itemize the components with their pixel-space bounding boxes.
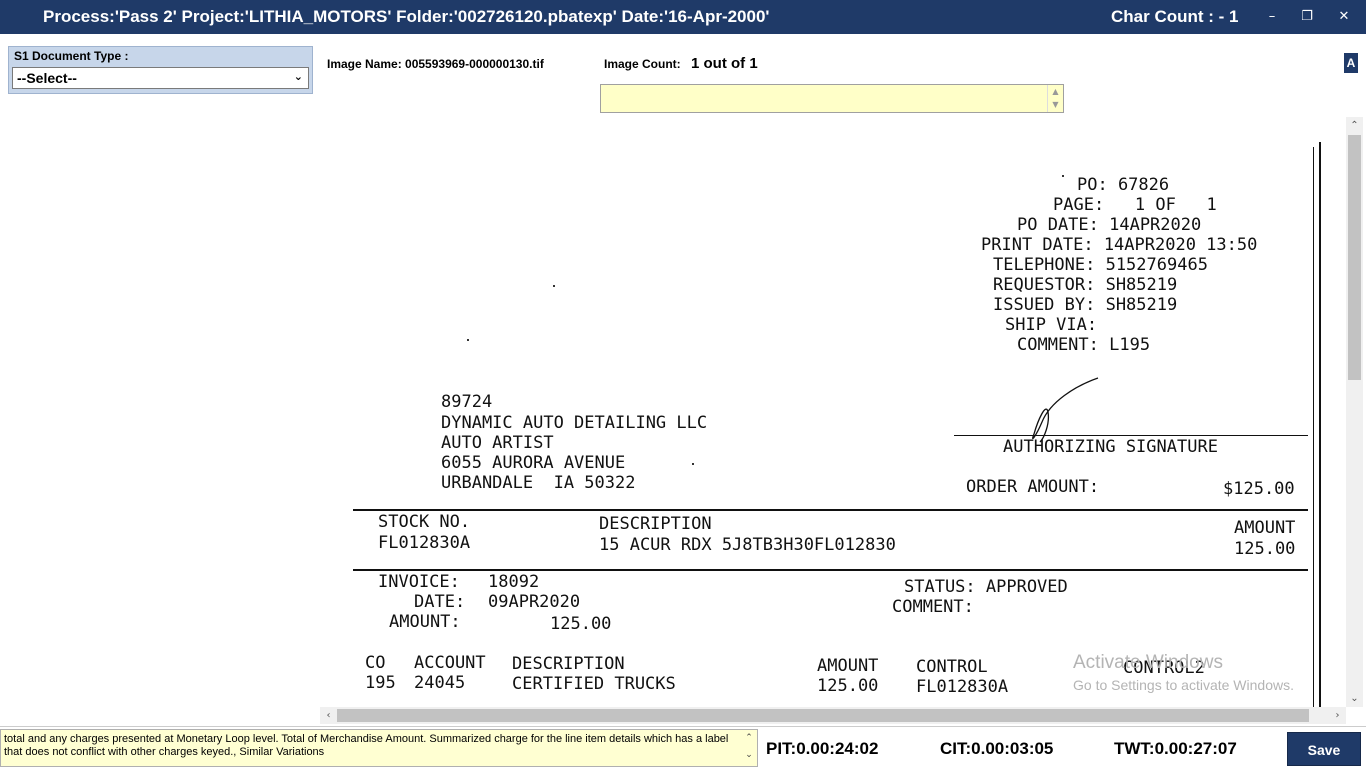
comment-line: COMMENT: L195 — [1017, 335, 1151, 355]
char-count: Char Count : - 1 — [1111, 7, 1239, 26]
image-count-value: 1 out of 1 — [691, 55, 758, 72]
document-type-value: --Select-- — [17, 70, 77, 86]
section-rule — [353, 509, 1308, 511]
scan-speck — [1062, 175, 1064, 177]
po-line: PO: 67826 — [1077, 175, 1170, 195]
acct-amount-value: 125.00 — [817, 676, 879, 696]
page-line: PAGE: 1 OF 1 — [1053, 195, 1217, 215]
horizontal-scrollbar[interactable]: ‹ › — [320, 707, 1346, 724]
invoice-value: 18092 — [488, 572, 540, 592]
cit-timer: CIT:0.00:03:05 — [940, 739, 1054, 758]
vertical-scroll-thumb[interactable] — [1348, 135, 1361, 380]
control-header: CONTROL — [916, 657, 988, 677]
signature-line — [954, 435, 1308, 436]
horizontal-scroll-thumb[interactable] — [337, 709, 1309, 722]
status-line: STATUS: APPROVED — [904, 577, 1068, 597]
acct-description-header: DESCRIPTION — [512, 654, 625, 674]
order-amount-label: ORDER AMOUNT: — [966, 477, 1100, 497]
description-header: DESCRIPTION — [599, 514, 712, 534]
invoice-amount-value: 125.00 — [550, 614, 612, 634]
date-label: DATE: — [414, 592, 466, 612]
vendor-number: 89724 — [441, 392, 493, 412]
scanned-document: PO: 67826 PAGE: 1 OF 1 PO DATE: 14APR202… — [320, 117, 1346, 707]
status-bar: total and any charges presented at Monet… — [0, 726, 1366, 768]
vendor-name: DYNAMIC AUTO DETAILING LLC — [441, 413, 708, 433]
vendor-street: 6055 AURORA AVENUE — [441, 453, 626, 473]
print-date-line: PRINT DATE: 14APR2020 13:50 — [981, 235, 1258, 255]
minimize-icon[interactable]: – — [1259, 4, 1285, 30]
scroll-down-icon[interactable]: ⌄ — [1346, 690, 1363, 707]
document-type-panel: S1 Document Type : --Select-- ⌄ — [8, 46, 313, 94]
acct-control-value: FL012830A — [916, 677, 1009, 697]
requestor-line: REQUESTOR: SH85219 — [993, 275, 1178, 295]
stock-no-header: STOCK NO. — [378, 512, 471, 532]
scan-speck — [553, 285, 555, 287]
status-comment-line: COMMENT: — [892, 597, 974, 617]
co-header: CO — [365, 653, 386, 673]
document-viewer[interactable]: PO: 67826 PAGE: 1 OF 1 PO DATE: 14APR202… — [320, 117, 1346, 707]
acct-co-value: 195 — [365, 673, 396, 693]
vertical-scrollbar[interactable]: ⌃ ⌄ — [1346, 117, 1363, 707]
document-type-select[interactable]: --Select-- ⌄ — [12, 67, 309, 89]
entry-input[interactable]: ▲ ▼ — [600, 84, 1064, 113]
close-icon[interactable]: ✕ — [1331, 4, 1357, 30]
po-date-line: PO DATE: 14APR2020 — [1017, 215, 1202, 235]
scroll-left-icon[interactable]: ‹ — [320, 707, 337, 724]
title-bar: Process:'Pass 2' Project:'LITHIA_MOTORS'… — [0, 0, 1366, 34]
scroll-up-icon[interactable]: ⌃ — [1346, 117, 1363, 134]
scan-speck — [467, 339, 469, 341]
date-value: 09APR2020 — [488, 592, 581, 612]
amount-header: AMOUNT — [1234, 518, 1296, 538]
telephone-line: TELEPHONE: 5152769465 — [993, 255, 1208, 275]
hint-scrollbar[interactable]: ⌃ ⌄ — [741, 730, 757, 766]
stock-no-value: FL012830A — [378, 533, 471, 553]
description-value: 15 ACUR RDX 5J8TB3H30FL012830 — [599, 535, 896, 555]
image-name: Image Name: 005593969-000000130.tif — [327, 57, 544, 71]
section-rule — [353, 569, 1308, 571]
field-hint-box[interactable]: total and any charges presented at Monet… — [0, 729, 758, 767]
image-count-label: Image Count: — [604, 57, 681, 71]
authorizing-signature-label: AUTHORIZING SIGNATURE — [1003, 437, 1218, 457]
order-amount-value: $125.00 — [1223, 479, 1295, 499]
chevron-down-icon: ⌄ — [293, 70, 303, 83]
window-title: Process:'Pass 2' Project:'LITHIA_MOTORS'… — [43, 7, 770, 26]
restore-icon[interactable]: ❐ — [1294, 4, 1320, 30]
document-type-label: S1 Document Type : — [14, 49, 129, 63]
scroll-right-icon[interactable]: › — [1329, 707, 1346, 724]
mode-badge[interactable]: A — [1344, 53, 1358, 73]
activation-watermark-title: Activate Windows — [1073, 652, 1223, 673]
acct-account-value: 24045 — [414, 673, 466, 693]
pit-timer: PIT:0.00:24:02 — [766, 739, 879, 758]
scan-edge — [1313, 147, 1314, 707]
vendor-city: URBANDALE IA 50322 — [441, 473, 636, 493]
activation-watermark-text: Go to Settings to activate Windows. — [1073, 677, 1294, 693]
scan-speck — [692, 463, 694, 465]
issued-by-line: ISSUED BY: SH85219 — [993, 295, 1178, 315]
invoice-label: INVOICE: — [378, 572, 460, 592]
save-button[interactable]: Save — [1287, 732, 1361, 766]
vendor-dba: AUTO ARTIST — [441, 433, 554, 453]
account-header: ACCOUNT — [414, 653, 486, 673]
input-scrollbar[interactable]: ▲ ▼ — [1047, 85, 1063, 112]
scan-edge — [1319, 142, 1321, 707]
field-hint-text: total and any charges presented at Monet… — [4, 733, 729, 758]
twt-timer: TWT:0.00:27:07 — [1114, 739, 1237, 758]
line-amount-value: 125.00 — [1234, 539, 1296, 559]
acct-description-value: CERTIFIED TRUCKS — [512, 674, 676, 694]
ship-via-line: SHIP VIA: — [1005, 315, 1098, 335]
acct-amount-header: AMOUNT — [817, 656, 879, 676]
invoice-amount-label: AMOUNT: — [389, 612, 461, 632]
